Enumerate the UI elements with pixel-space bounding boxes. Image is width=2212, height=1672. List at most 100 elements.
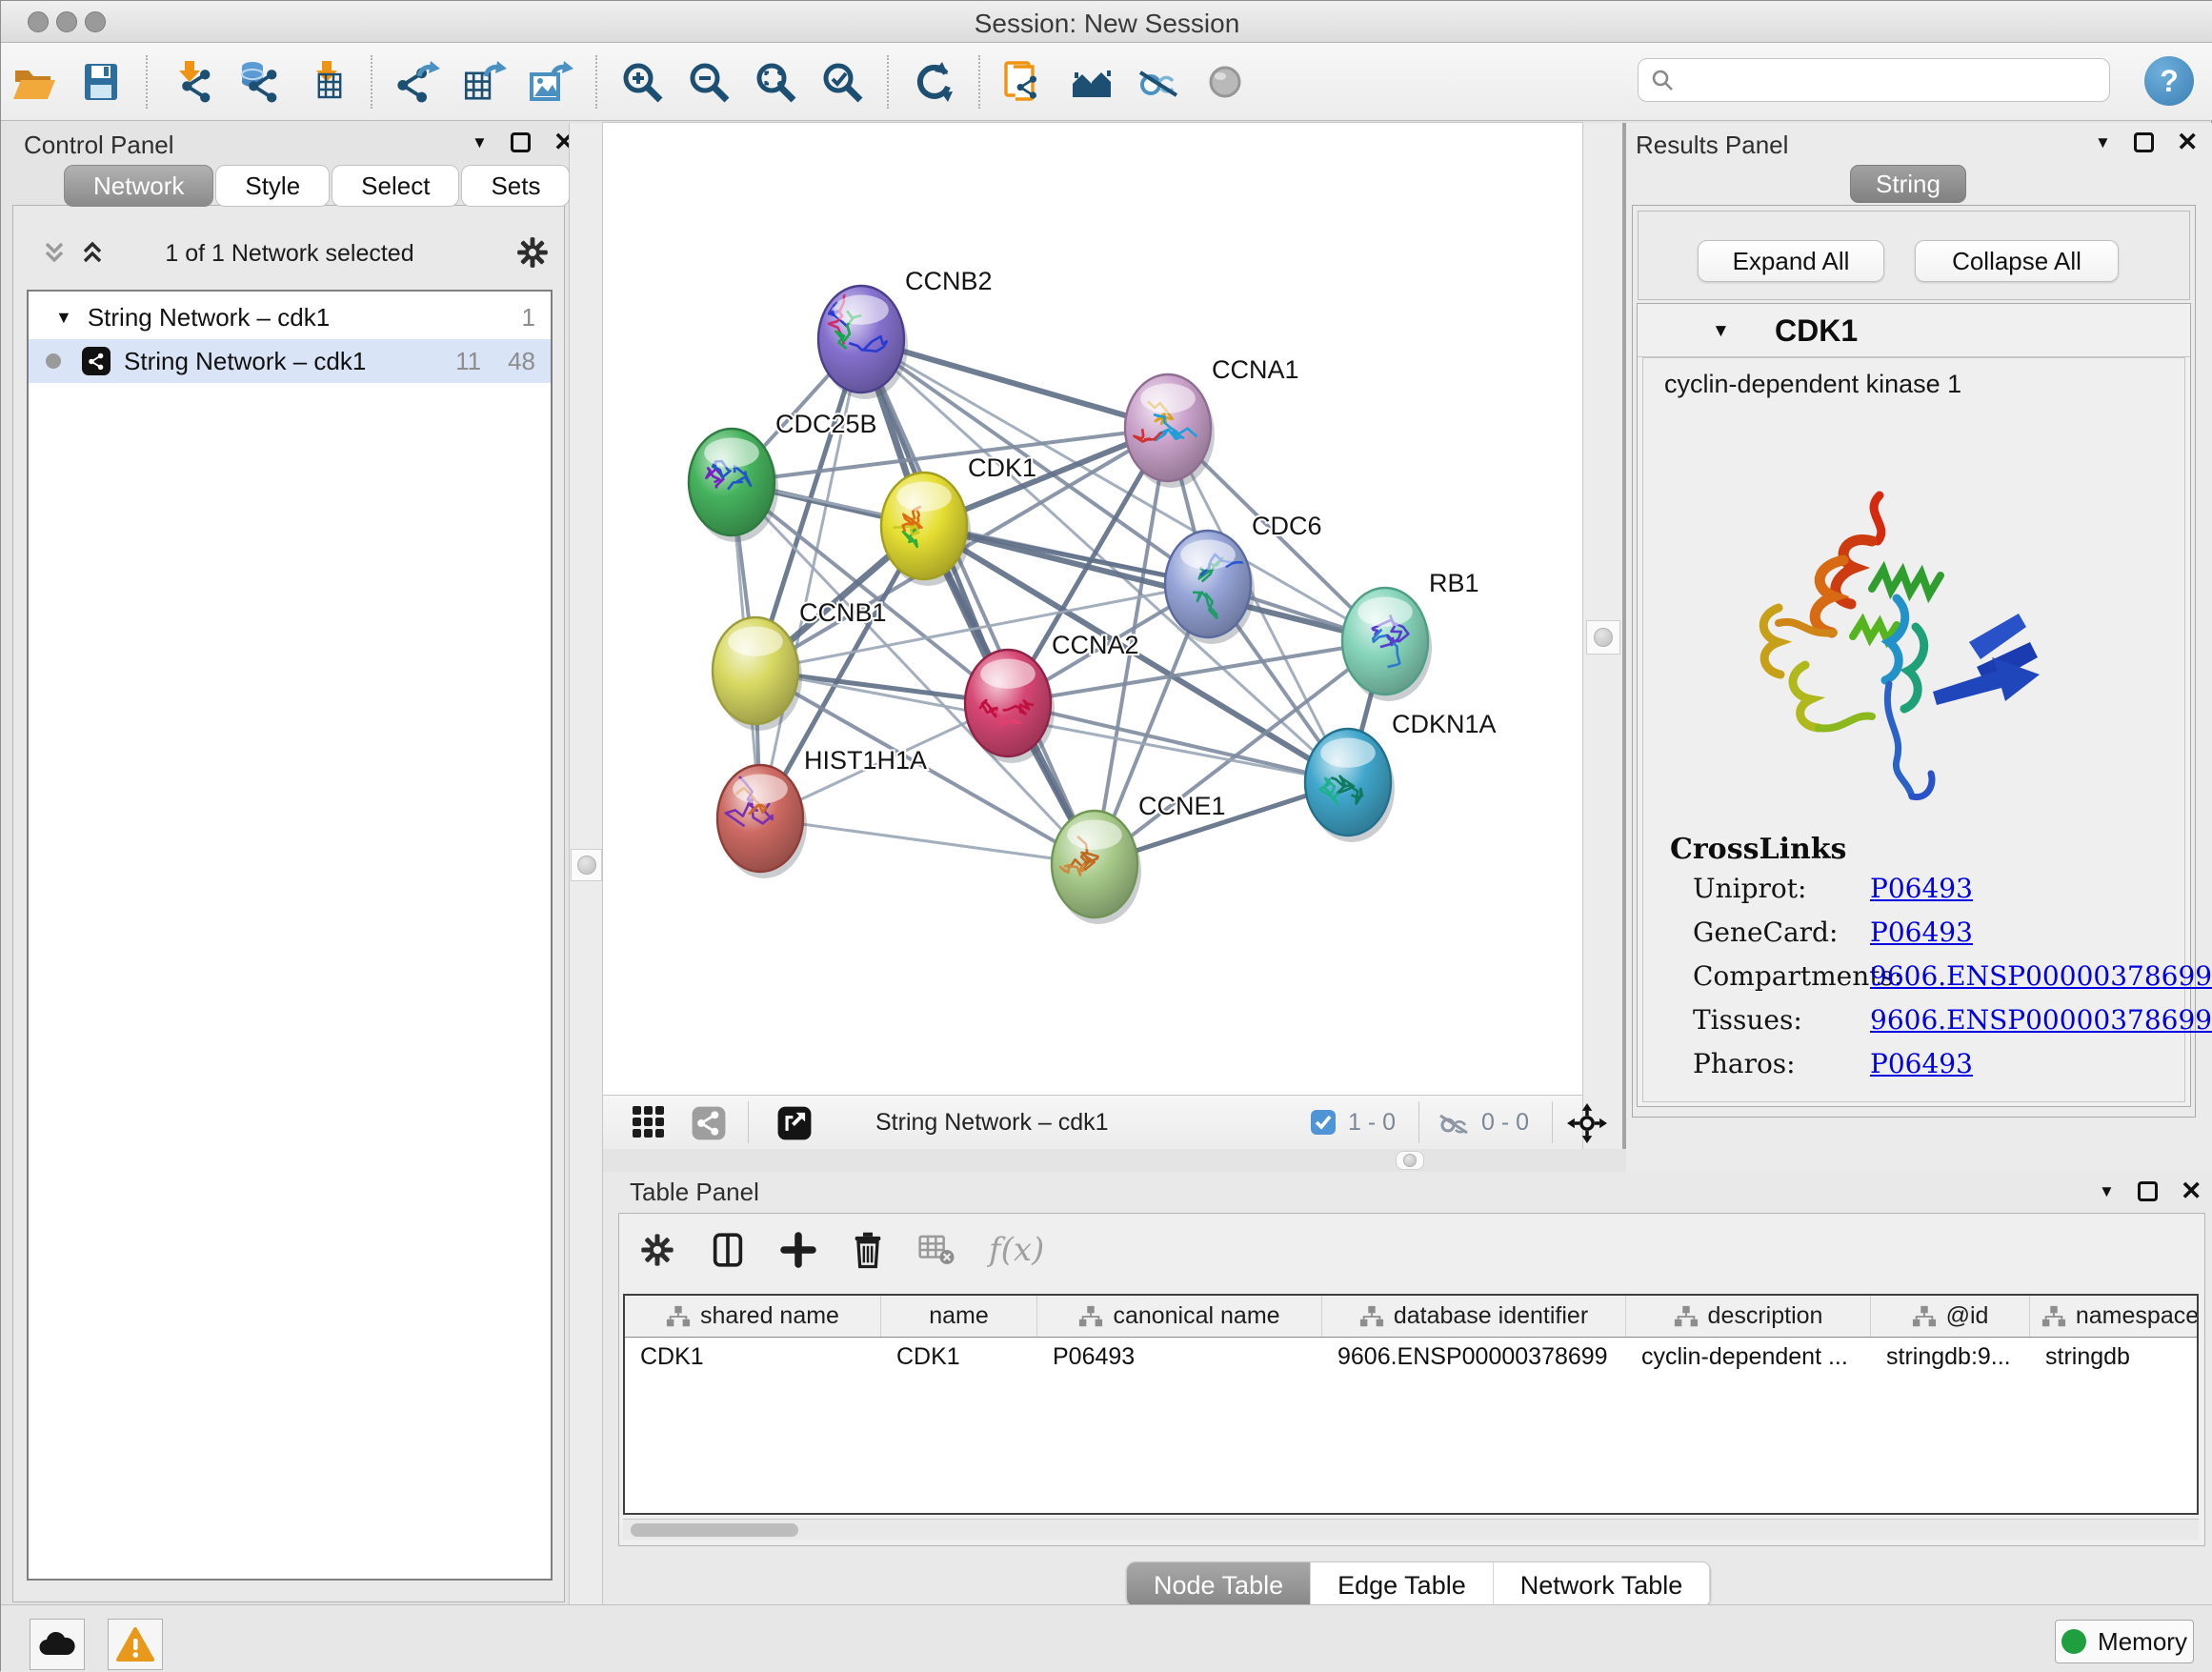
tab-network-table[interactable]: Network Table [1494, 1562, 1711, 1607]
column-header-namespace[interactable]: namespace [2030, 1296, 2199, 1337]
control-panel-float-icon[interactable] [511, 132, 531, 152]
edge-CCNB2-CCNE1[interactable] [861, 339, 1095, 864]
scrollbar-thumb[interactable] [631, 1523, 798, 1537]
node-CCNB1[interactable] [713, 617, 802, 731]
network-row-selected[interactable]: String Network – cdk1 11 48 [29, 339, 551, 383]
search-input[interactable] [1682, 61, 2109, 99]
tab-string[interactable]: String [1850, 165, 1966, 203]
gene-section-header[interactable]: ▼ CDK1 [1638, 304, 2190, 357]
network-options-gear-icon[interactable] [514, 234, 551, 271]
table-panel-collapse-icon[interactable]: ▼ [2099, 1182, 2115, 1201]
edge-HIST1H1A-CCNE1[interactable] [760, 818, 1095, 864]
open-in-new-window-icon[interactable] [776, 1105, 813, 1141]
column-header--id[interactable]: @id [1871, 1296, 2030, 1337]
column-header-canonical-name[interactable]: canonical name [1037, 1296, 1322, 1337]
results-panel-close-icon[interactable]: ✕ [2177, 132, 2199, 152]
tab-node-table[interactable]: Node Table [1127, 1562, 1311, 1607]
edge-CCNA2-CDKN1A[interactable] [1008, 703, 1348, 782]
show-columns-icon[interactable] [709, 1231, 747, 1269]
node-CDKN1A[interactable] [1305, 729, 1395, 842]
table-options-gear-icon[interactable] [638, 1231, 676, 1269]
open-session-button[interactable] [7, 54, 62, 110]
results-panel-float-icon[interactable] [2134, 132, 2154, 152]
node-HIST1H1A[interactable] [717, 765, 807, 878]
create-column-plus-icon[interactable] [779, 1231, 817, 1269]
results-panel: Results Panel ▼ ✕ String Expand All Coll… [1626, 123, 2212, 1172]
table-panel-float-icon[interactable] [2138, 1181, 2158, 1201]
crosslink-link[interactable]: P06493 [1870, 873, 1973, 904]
node-CCNA2[interactable] [965, 650, 1055, 763]
node-CCNA1[interactable] [1125, 374, 1215, 488]
crosslink-link[interactable]: 9606.ENSP00000378699 [1870, 1004, 2212, 1036]
share-file-button[interactable] [997, 54, 1053, 110]
string-home-button[interactable] [1064, 54, 1119, 110]
expand-all-button[interactable]: Expand All [1698, 240, 1884, 282]
cloud-status-button[interactable] [30, 1619, 85, 1670]
table-row[interactable]: CDK1CDK1P064939606.ENSP00000378699cyclin… [625, 1338, 2197, 1376]
control-panel-collapse-icon[interactable]: ▼ [472, 133, 488, 152]
crosslink-label: GeneCard: [1693, 917, 1838, 948]
column-header-shared-name[interactable]: shared name [625, 1296, 881, 1337]
selected-checkbox-icon[interactable] [1310, 1109, 1337, 1136]
network-list: ▼ String Network – cdk1 1 String Network… [27, 290, 553, 1581]
share-view-icon[interactable] [691, 1105, 727, 1141]
table-cell[interactable]: CDK1 [625, 1338, 881, 1376]
expander-icon[interactable]: ▼ [55, 308, 72, 328]
tab-style[interactable]: Style [215, 165, 330, 207]
tab-edge-table[interactable]: Edge Table [1311, 1562, 1494, 1607]
left-splitter[interactable] [569, 123, 603, 1604]
tab-network[interactable]: Network [64, 165, 213, 207]
table-cell[interactable]: CDK1 [881, 1338, 1037, 1376]
crosslink-link[interactable]: P06493 [1870, 1048, 1973, 1079]
network-canvas[interactable]: CCNB2CCNA1CDC25BCDK1CDC6RB1CCNB1CCNA2CDK… [603, 123, 1582, 1095]
zoom-selected-button[interactable] [814, 54, 870, 110]
grid-view-icon[interactable] [632, 1105, 666, 1139]
export-image-button[interactable] [523, 54, 578, 110]
hide-glasses-button[interactable] [1131, 54, 1186, 110]
birds-eye-view-icon[interactable] [1567, 1103, 1607, 1143]
node-RB1[interactable] [1342, 588, 1432, 701]
toolbar-search[interactable] [1638, 58, 2110, 102]
crosslink-link[interactable]: P06493 [1870, 917, 1973, 948]
collapse-all-button[interactable]: Collapse All [1915, 240, 2119, 282]
refresh-button[interactable] [906, 54, 961, 110]
table-panel-close-icon[interactable]: ✕ [2181, 1181, 2202, 1201]
node-CDK1[interactable] [881, 473, 971, 586]
memory-button[interactable]: Memory [2055, 1620, 2194, 1663]
gene-expander-icon[interactable]: ▼ [1712, 321, 1730, 342]
warning-status-button[interactable] [108, 1619, 163, 1670]
table-cell[interactable]: P06493 [1037, 1338, 1322, 1376]
table-cell[interactable]: cyclin-dependent ... [1626, 1338, 1871, 1376]
zoom-out-button[interactable] [681, 54, 736, 110]
import-network-file-button[interactable] [165, 54, 220, 110]
status-bar: Memory [1, 1604, 2212, 1672]
table-horizontal-scrollbar[interactable] [623, 1519, 2199, 1540]
node-CCNB2[interactable] [818, 286, 908, 399]
export-network-button[interactable] [390, 54, 445, 110]
export-table-button[interactable] [456, 54, 512, 110]
share-file-icon [1002, 59, 1048, 105]
help-icon[interactable]: ? [2144, 56, 2194, 106]
network-collection-row[interactable]: ▼ String Network – cdk1 1 [29, 295, 551, 339]
table-cell[interactable]: stringdb [2030, 1338, 2199, 1376]
results-panel-collapse-icon[interactable]: ▼ [2095, 133, 2111, 152]
import-network-database-button[interactable] [231, 54, 287, 110]
table-cell[interactable]: 9606.ENSP00000378699 [1322, 1338, 1626, 1376]
tab-sets[interactable]: Sets [461, 165, 570, 207]
right-splitter[interactable] [1582, 123, 1626, 1149]
zoom-fit-button[interactable] [748, 54, 803, 110]
delete-column-trash-icon[interactable] [850, 1231, 886, 1269]
column-header-name[interactable]: name [881, 1296, 1037, 1337]
save-session-button[interactable] [73, 54, 129, 110]
bottom-splitter[interactable] [603, 1149, 1626, 1172]
column-header-database-identifier[interactable]: database identifier [1322, 1296, 1626, 1337]
crosslink-link[interactable]: 9606.ENSP00000378699 [1870, 960, 2212, 992]
zoom-in-button[interactable] [614, 54, 670, 110]
column-header-description[interactable]: description [1626, 1296, 1871, 1337]
table-cell[interactable]: stringdb:9... [1871, 1338, 2030, 1376]
crosslink-row: Compartments:9606.ENSP00000378699 [1693, 960, 2169, 1004]
node-CCNE1[interactable] [1052, 811, 1141, 924]
import-table-file-button[interactable] [298, 54, 353, 110]
tab-select[interactable]: Select [332, 165, 459, 207]
show-eye-button[interactable] [1197, 54, 1253, 110]
